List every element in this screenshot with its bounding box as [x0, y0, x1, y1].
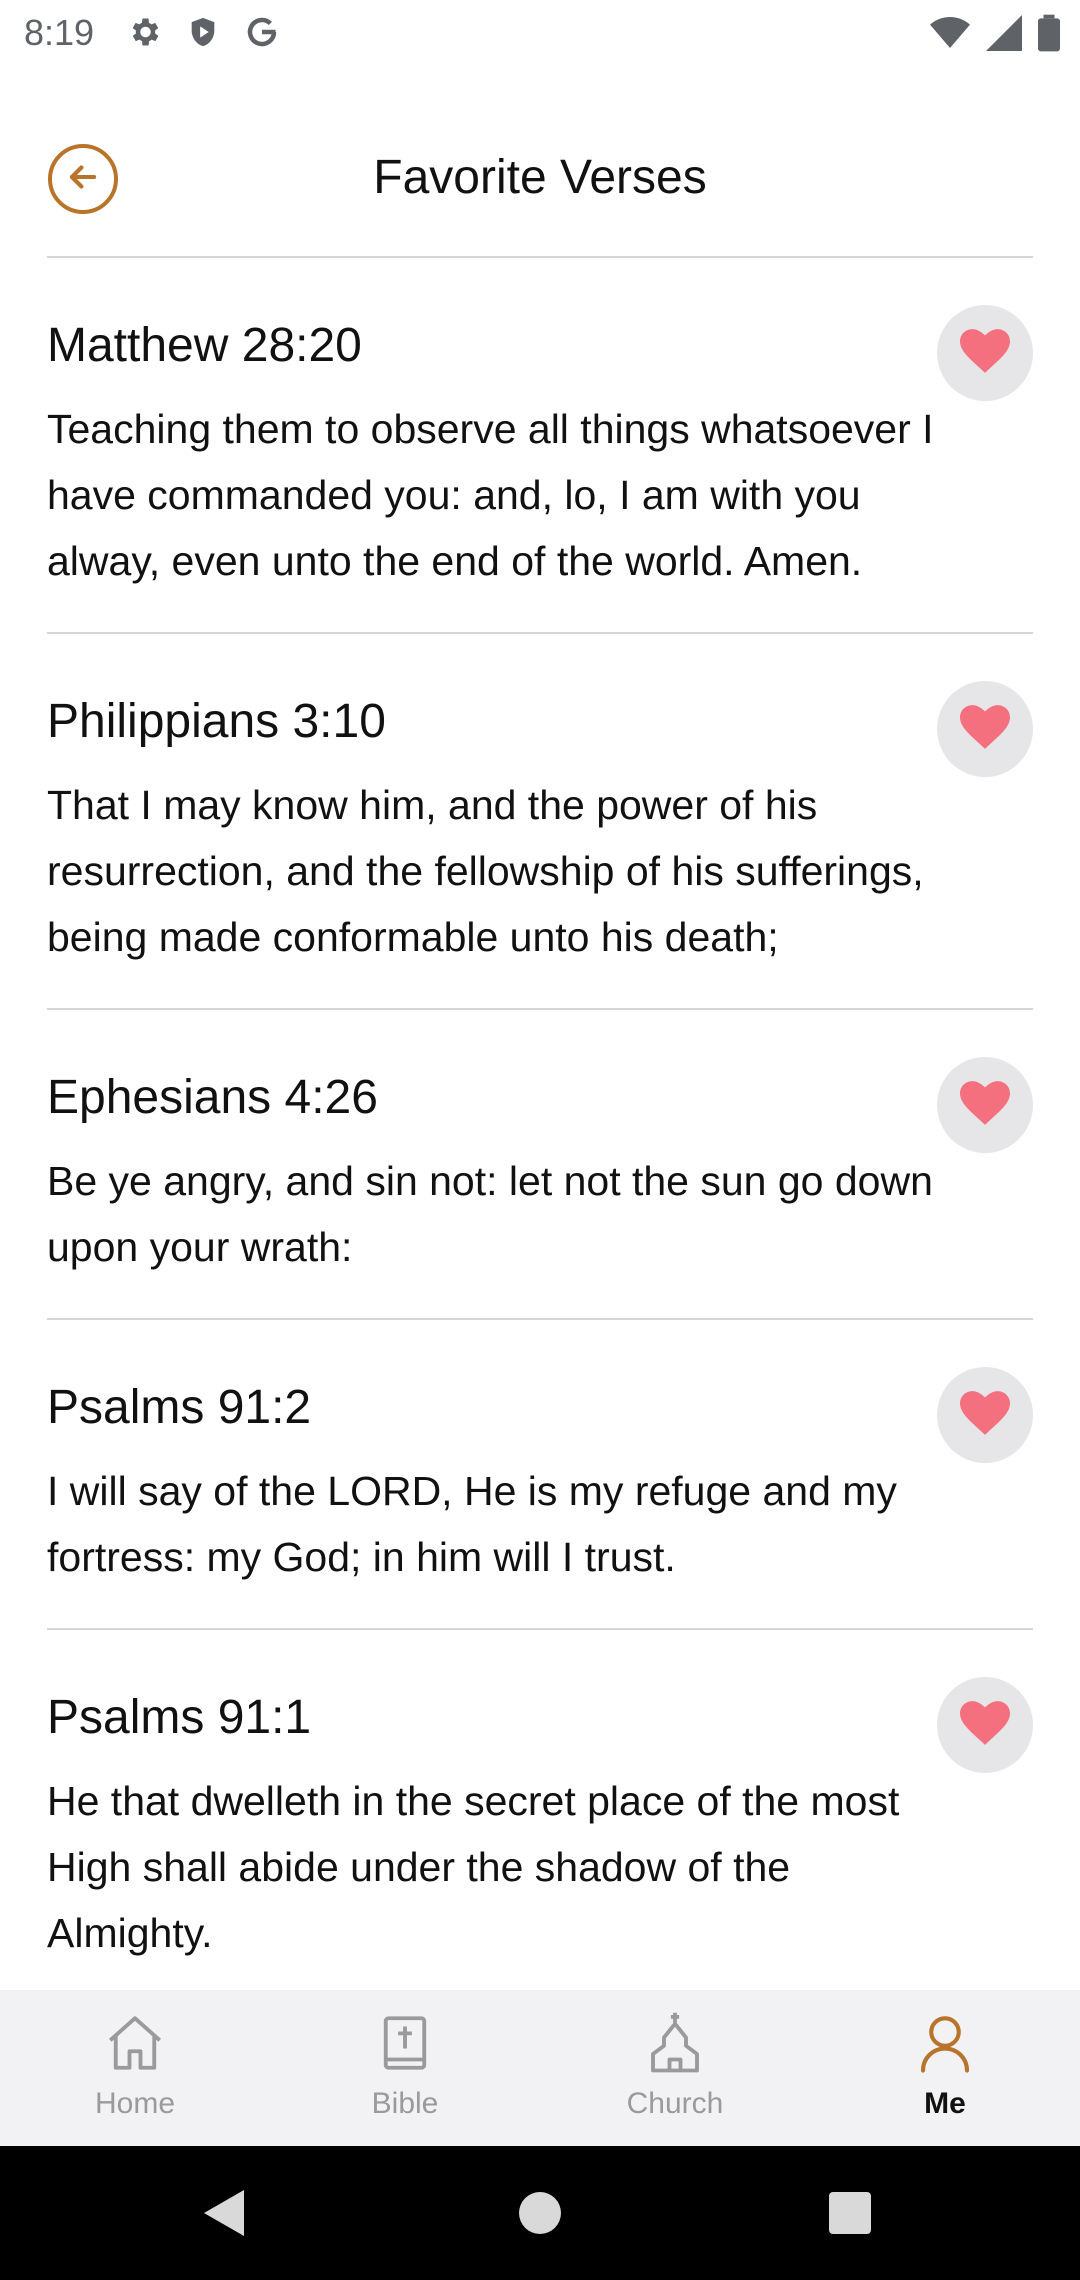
- verse-text: Be ye angry, and sin not: let not the su…: [47, 1158, 933, 1270]
- header: Favorite Verses: [0, 130, 1080, 260]
- nav-item-church[interactable]: Church: [540, 1990, 810, 2146]
- verse-text: That I may know him, and the power of hi…: [47, 782, 924, 960]
- wifi-icon: [930, 15, 970, 51]
- nav-label-bible: Bible: [371, 2087, 439, 2120]
- bottom-nav: Home Bible Church Me: [0, 1990, 1080, 2146]
- nav-item-me[interactable]: Me: [810, 1990, 1080, 2146]
- heart-icon: [960, 1080, 1010, 1130]
- nav-item-bible[interactable]: Bible: [270, 1990, 540, 2146]
- cell-signal-icon: [986, 15, 1022, 51]
- favorite-button[interactable]: [937, 681, 1033, 777]
- verse-text: I will say of the LORD, He is my refuge …: [47, 1468, 897, 1580]
- nav-label-church: Church: [626, 2087, 724, 2120]
- system-recents-icon[interactable]: [829, 2192, 871, 2234]
- nav-label-me: Me: [924, 2087, 966, 2120]
- favorite-button[interactable]: [937, 1677, 1033, 1773]
- verse-reference: Ephesians 4:26: [47, 1071, 378, 1124]
- verse-reference: Philippians 3:10: [47, 695, 386, 748]
- verse-reference: Matthew 28:20: [47, 319, 362, 372]
- status-time: 8:19: [24, 12, 95, 53]
- favorite-button[interactable]: [937, 1367, 1033, 1463]
- heart-icon: [960, 1700, 1010, 1750]
- google-g-icon: [244, 14, 280, 50]
- battery-icon: [1038, 14, 1060, 52]
- verse-item[interactable]: Psalms 91:2 I will say of the LORD, He i…: [0, 1320, 1080, 1630]
- verse-text: Teaching them to observe all things what…: [47, 406, 934, 584]
- verse-item[interactable]: Philippians 3:10 That I may know him, an…: [0, 634, 1080, 1010]
- status-bar: 8:19: [0, 0, 1080, 66]
- bible-icon: [372, 2010, 438, 2081]
- person-icon: [912, 2010, 978, 2081]
- heart-icon: [960, 328, 1010, 378]
- nav-item-home[interactable]: Home: [0, 1990, 270, 2146]
- nav-label-home: Home: [94, 2087, 176, 2120]
- system-back-icon[interactable]: [204, 2190, 244, 2241]
- verse-item[interactable]: Matthew 28:20 Teaching them to observe a…: [0, 258, 1080, 634]
- status-icons-right: [930, 14, 1060, 52]
- heart-icon: [960, 1390, 1010, 1440]
- verse-list[interactable]: Matthew 28:20 Teaching them to observe a…: [0, 258, 1080, 1990]
- page-title: Favorite Verses: [373, 151, 707, 204]
- shield-icon: [186, 14, 220, 50]
- verse-reference: Psalms 91:1: [47, 1691, 312, 1744]
- verse-item[interactable]: Ephesians 4:26 Be ye angry, and sin not:…: [0, 1010, 1080, 1320]
- verse-reference: Psalms 91:2: [47, 1381, 312, 1434]
- favorite-button[interactable]: [937, 1057, 1033, 1153]
- heart-icon: [960, 704, 1010, 754]
- favorite-button[interactable]: [937, 305, 1033, 401]
- church-icon: [642, 2010, 708, 2081]
- home-icon: [102, 2010, 168, 2081]
- settings-gear-icon: [126, 14, 162, 50]
- status-icons-left: [126, 14, 280, 50]
- system-nav-bar: [0, 2146, 1080, 2280]
- verse-item[interactable]: Psalms 91:1 He that dwelleth in the secr…: [0, 1630, 1080, 1990]
- verse-text: He that dwelleth in the secret place of …: [47, 1778, 900, 1956]
- system-home-icon[interactable]: [519, 2192, 561, 2234]
